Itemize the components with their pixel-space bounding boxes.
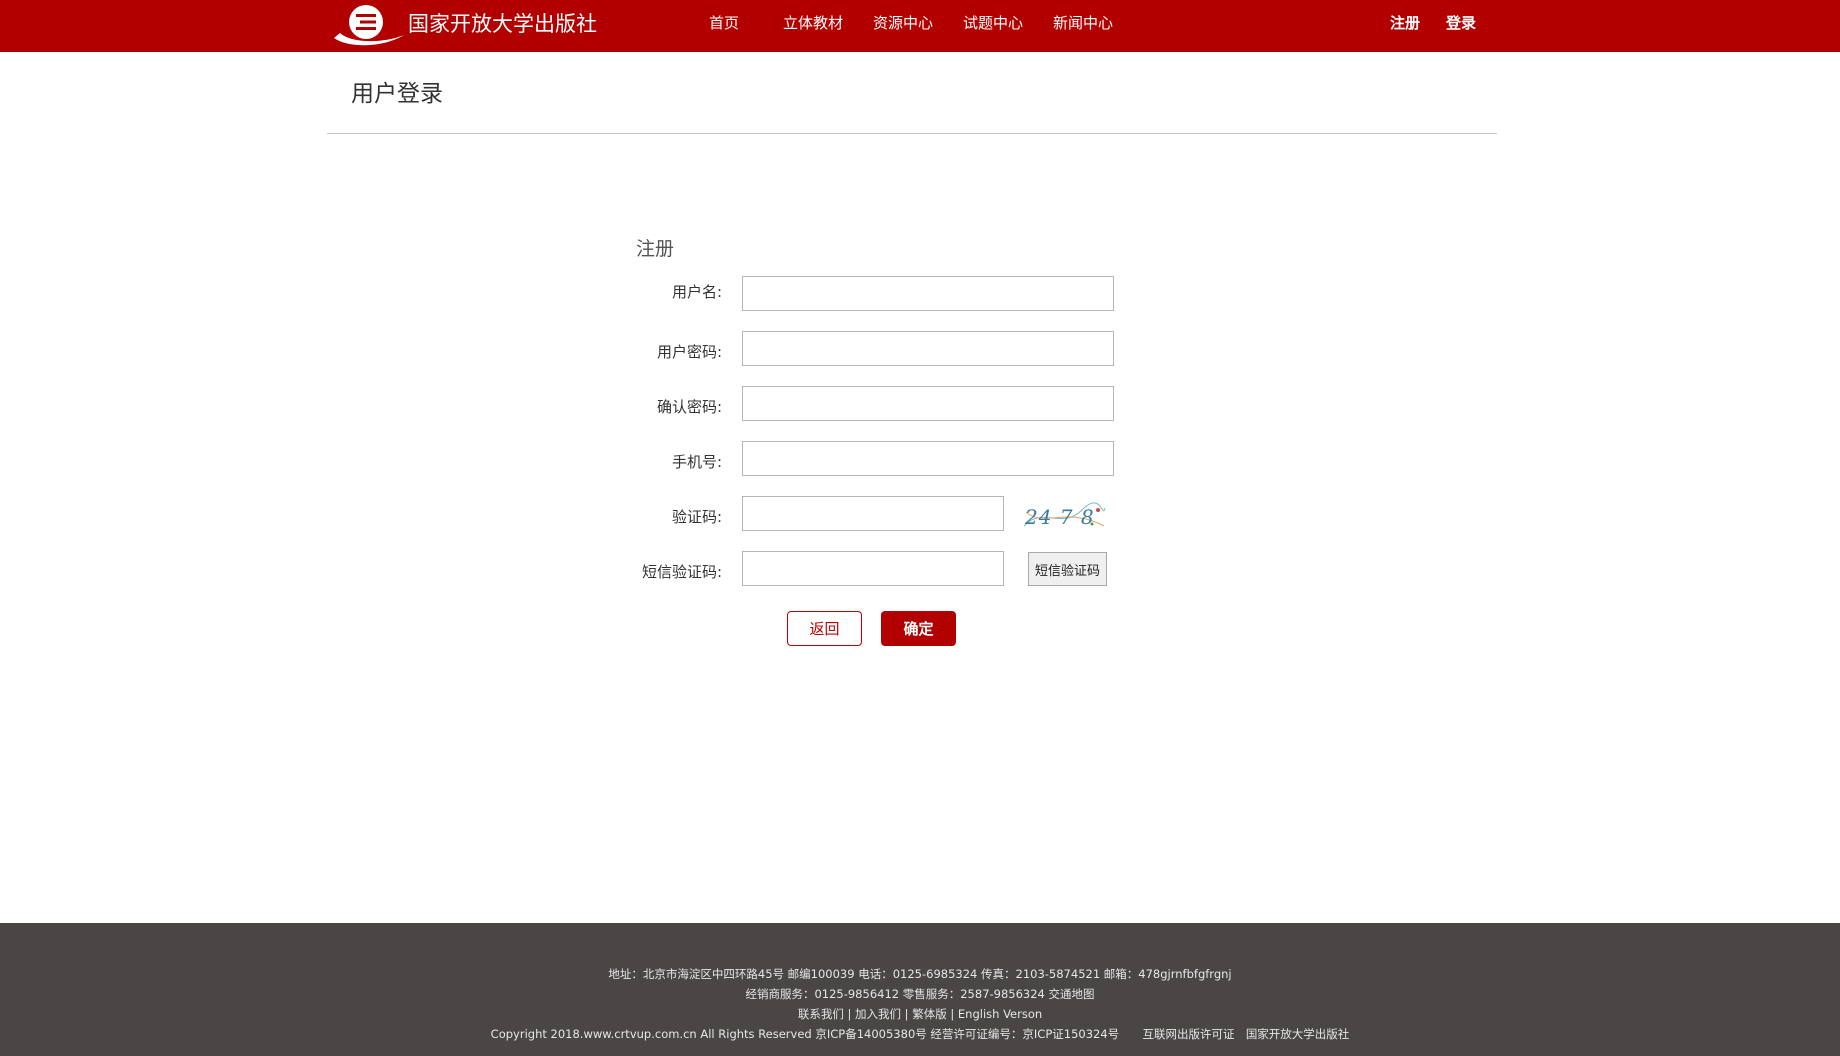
- footer-copyright: Copyright 2018.www.crtvup.com.cn All Rig…: [490, 1027, 1120, 1041]
- confirm-password-input[interactable]: [742, 386, 1114, 421]
- login-link[interactable]: 登录: [1446, 13, 1476, 33]
- footer-link-english[interactable]: English Verson: [958, 1007, 1042, 1021]
- phone-input[interactable]: [742, 441, 1114, 476]
- footer-address: 地址：北京市海淀区中四环路45号 邮编100039 电话：0125-698532…: [608, 967, 1232, 981]
- footer-publisher-link[interactable]: 国家开放大学出版社: [1246, 1027, 1350, 1041]
- nav-news[interactable]: 新闻中心: [1053, 13, 1113, 33]
- username-input[interactable]: [742, 276, 1114, 311]
- footer: 地址：北京市海淀区中四环路45号 邮编100039 电话：0125-698532…: [0, 923, 1840, 1056]
- title-divider: [327, 133, 1497, 134]
- site-title[interactable]: 国家开放大学出版社: [408, 10, 597, 38]
- top-navbar: 国家开放大学出版社 首页 立体教材 资源中心 试题中心 新闻中心 注册 登录: [0, 0, 1840, 52]
- back-button[interactable]: 返回: [787, 611, 862, 646]
- nav-resources[interactable]: 资源中心: [873, 13, 933, 33]
- footer-link-contact[interactable]: 联系我们: [798, 1007, 844, 1021]
- send-sms-code-button[interactable]: 短信验证码: [1028, 552, 1107, 586]
- nav-home[interactable]: 首页: [709, 13, 739, 33]
- globe-logo-icon[interactable]: [330, 3, 406, 47]
- captcha-label: 验证码:: [671, 508, 722, 526]
- footer-link-join[interactable]: 加入我们: [855, 1007, 901, 1021]
- footer-separator: |: [901, 1007, 913, 1021]
- captcha-image[interactable]: 24 7 8: [1022, 500, 1106, 532]
- register-link[interactable]: 注册: [1390, 13, 1420, 33]
- username-label: 用户名:: [671, 283, 722, 301]
- sms-code-label: 短信验证码:: [641, 563, 722, 581]
- captcha-input[interactable]: [742, 496, 1004, 531]
- captcha-text: 24 7 8: [1024, 505, 1095, 529]
- footer-separator: |: [843, 1007, 856, 1021]
- password-input[interactable]: [742, 331, 1114, 366]
- nav-exams[interactable]: 试题中心: [963, 13, 1023, 33]
- footer-services: 经销商服务：0125-9856412 零售服务：2587-9856324 交通地…: [745, 987, 1095, 1001]
- phone-label: 手机号:: [671, 453, 722, 471]
- footer-copyright-line: Copyright 2018.www.crtvup.com.cn All Rig…: [0, 1026, 1840, 1042]
- nav-textbooks[interactable]: 立体教材: [783, 13, 843, 33]
- footer-links: 联系我们 | 加入我们 | 繁体版 | English Verson: [0, 1006, 1840, 1022]
- footer-license-link[interactable]: 互联网出版许可证: [1143, 1027, 1235, 1041]
- confirm-password-label: 确认密码:: [656, 398, 722, 416]
- form-heading: 注册: [636, 238, 675, 260]
- password-label: 用户密码:: [656, 343, 722, 361]
- footer-separator: |: [946, 1007, 958, 1021]
- sms-code-input[interactable]: [742, 551, 1004, 586]
- footer-link-traditional[interactable]: 繁体版: [912, 1007, 947, 1021]
- confirm-button[interactable]: 确定: [881, 611, 956, 646]
- page-title: 用户登录: [351, 81, 443, 107]
